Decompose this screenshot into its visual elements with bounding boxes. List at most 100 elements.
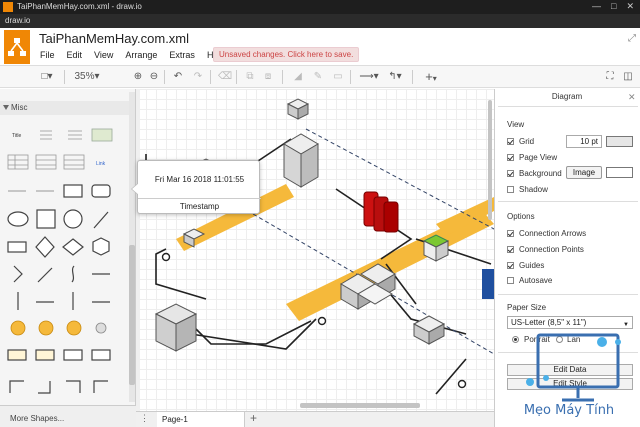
panel-divider bbox=[498, 106, 638, 107]
green-switch-node[interactable] bbox=[422, 234, 450, 262]
autosave-checkbox[interactable] bbox=[507, 277, 514, 284]
server-rack-node[interactable] bbox=[283, 133, 319, 188]
red-database-node[interactable] bbox=[363, 191, 399, 233]
format-panel-icon[interactable]: ◫ bbox=[622, 70, 634, 84]
shape-title-text: Title bbox=[12, 133, 21, 139]
menu-file[interactable]: File bbox=[40, 50, 55, 60]
toolbar-separator bbox=[412, 70, 413, 84]
grid-color-swatch[interactable] bbox=[606, 136, 633, 147]
fullscreen-icon[interactable]: ⛶ bbox=[604, 70, 616, 84]
zoom-level: 35% bbox=[74, 71, 95, 82]
to-back-icon[interactable]: ⧈ bbox=[262, 70, 274, 84]
connection-points-label: Connection Points bbox=[519, 245, 584, 254]
panel-divider bbox=[498, 201, 638, 202]
drawio-logo bbox=[4, 30, 30, 64]
unsaved-changes-button[interactable]: Unsaved changes. Click here to save. bbox=[213, 47, 360, 62]
shadow-checkbox[interactable] bbox=[507, 186, 514, 193]
window-title: TaiPhanMemHay.com.xml - draw.io bbox=[17, 2, 142, 11]
zoom-out-icon[interactable]: ⊖ bbox=[148, 70, 160, 84]
to-front-icon[interactable]: ⧉ bbox=[244, 70, 256, 84]
connection-points-checkbox[interactable] bbox=[507, 246, 514, 253]
zoom-in-icon[interactable]: ⊕ bbox=[132, 70, 144, 84]
tab-page-1[interactable]: Page-1 bbox=[157, 412, 245, 427]
format-panel-title[interactable]: Diagram bbox=[494, 92, 640, 101]
menu-extras[interactable]: Extras bbox=[169, 50, 195, 60]
diagram-canvas[interactable] bbox=[136, 89, 494, 411]
background-label: Background bbox=[519, 169, 562, 178]
maximize-icon[interactable]: □ bbox=[611, 1, 616, 12]
redo-icon[interactable]: ↷ bbox=[192, 70, 204, 84]
app-menu[interactable]: draw.io bbox=[5, 16, 30, 25]
toolbar-separator bbox=[236, 70, 237, 84]
section-options: Options bbox=[507, 212, 535, 221]
tooltip-label: Timestamp bbox=[179, 202, 220, 211]
more-shapes-label: More Shapes... bbox=[10, 414, 65, 423]
cube-cluster-node[interactable] bbox=[340, 263, 396, 310]
minimize-icon[interactable]: — bbox=[592, 1, 601, 12]
tooltip-timestamp-value: Fri Mar 16 2018 11:01:55 bbox=[154, 175, 245, 184]
main-menu: File Edit View Arrange Extras Help bbox=[40, 50, 225, 60]
grid-label: Grid bbox=[519, 137, 535, 146]
window-controls: — □ ✕ bbox=[592, 1, 634, 12]
close-icon[interactable]: ✕ bbox=[628, 92, 636, 103]
menu-edit[interactable]: Edit bbox=[67, 50, 83, 60]
canvas-vertical-scrollbar[interactable] bbox=[488, 100, 492, 220]
add-page-icon[interactable]: + bbox=[250, 411, 257, 425]
shadow-icon[interactable]: ▭ bbox=[332, 70, 344, 84]
fill-color-icon[interactable]: ◢ bbox=[292, 70, 304, 84]
shape-link-text: Link bbox=[96, 161, 106, 167]
page-view-checkbox[interactable] bbox=[507, 154, 514, 161]
canvas-left-gutter bbox=[136, 89, 140, 411]
panel-divider bbox=[498, 294, 638, 295]
sidebar-section-misc[interactable]: Misc bbox=[0, 101, 130, 115]
storage-node[interactable] bbox=[154, 303, 198, 352]
background-image-button[interactable]: Image bbox=[566, 166, 602, 179]
guides-checkbox[interactable] bbox=[507, 262, 514, 269]
watermark-text: Mẹo Máy Tính bbox=[523, 403, 615, 418]
insert-icon[interactable]: +▾ bbox=[420, 70, 442, 84]
grid-size-input[interactable]: 10 pt bbox=[566, 135, 602, 148]
delete-icon[interactable]: ⌫ bbox=[218, 70, 232, 84]
more-shapes-button[interactable]: More Shapes... bbox=[0, 405, 136, 427]
page-tab-label: Page-1 bbox=[162, 415, 188, 424]
diagram-drawing[interactable] bbox=[136, 89, 494, 411]
blue-device-node[interactable] bbox=[482, 269, 494, 299]
guides-label: Guides bbox=[519, 261, 545, 270]
tooltip-divider bbox=[138, 198, 261, 199]
router-top-node[interactable] bbox=[286, 98, 310, 120]
background-checkbox[interactable] bbox=[507, 170, 514, 177]
collapse-icon[interactable]: ⤢ bbox=[628, 33, 636, 44]
chevron-down-icon bbox=[3, 105, 9, 110]
small-block-node[interactable] bbox=[412, 315, 446, 345]
shadow-label: Shadow bbox=[519, 185, 548, 194]
app-icon bbox=[3, 2, 13, 12]
sidebar-scroll-thumb[interactable] bbox=[129, 245, 135, 385]
toolbar-separator bbox=[164, 70, 165, 84]
background-color-swatch[interactable] bbox=[606, 167, 633, 178]
window-titlebar: TaiPhanMemHay.com.xml - draw.io — □ ✕ bbox=[0, 0, 640, 14]
pages-menu-icon[interactable]: ⋮ bbox=[140, 413, 149, 424]
zoom-select[interactable]: 35%▾ bbox=[74, 70, 100, 84]
menu-arrange[interactable]: Arrange bbox=[125, 50, 157, 60]
connection-arrows-label: Connection Arrows bbox=[519, 229, 587, 238]
grid-checkbox[interactable] bbox=[507, 138, 514, 145]
line-color-icon[interactable]: ✎ bbox=[312, 70, 324, 84]
timestamp-tooltip: Fri Mar 16 2018 11:01:55 Timestamp bbox=[131, 160, 261, 214]
canvas-horizontal-scrollbar[interactable] bbox=[300, 403, 420, 408]
menu-view[interactable]: View bbox=[94, 50, 113, 60]
undo-icon[interactable]: ↶ bbox=[172, 70, 184, 84]
document-title[interactable]: TaiPhanMemHay.com.xml bbox=[39, 31, 189, 46]
toolbar-separator bbox=[64, 70, 65, 84]
page-view-label: Page View bbox=[519, 153, 558, 162]
shape-palette[interactable]: Title Link bbox=[0, 118, 130, 406]
page-view-icon[interactable]: □▾ bbox=[40, 70, 54, 84]
toolbar-separator bbox=[282, 70, 283, 84]
sidebar-section-label: Misc bbox=[11, 103, 28, 112]
connection-icon[interactable]: ⟶▾ bbox=[358, 70, 380, 84]
close-icon[interactable]: ✕ bbox=[626, 1, 634, 12]
connection-arrows-checkbox[interactable] bbox=[507, 230, 514, 237]
waypoints-icon[interactable]: ↰▾ bbox=[384, 70, 406, 84]
toolbar-separator bbox=[350, 70, 351, 84]
toolbar-separator bbox=[210, 70, 211, 84]
autosave-label: Autosave bbox=[519, 276, 553, 285]
